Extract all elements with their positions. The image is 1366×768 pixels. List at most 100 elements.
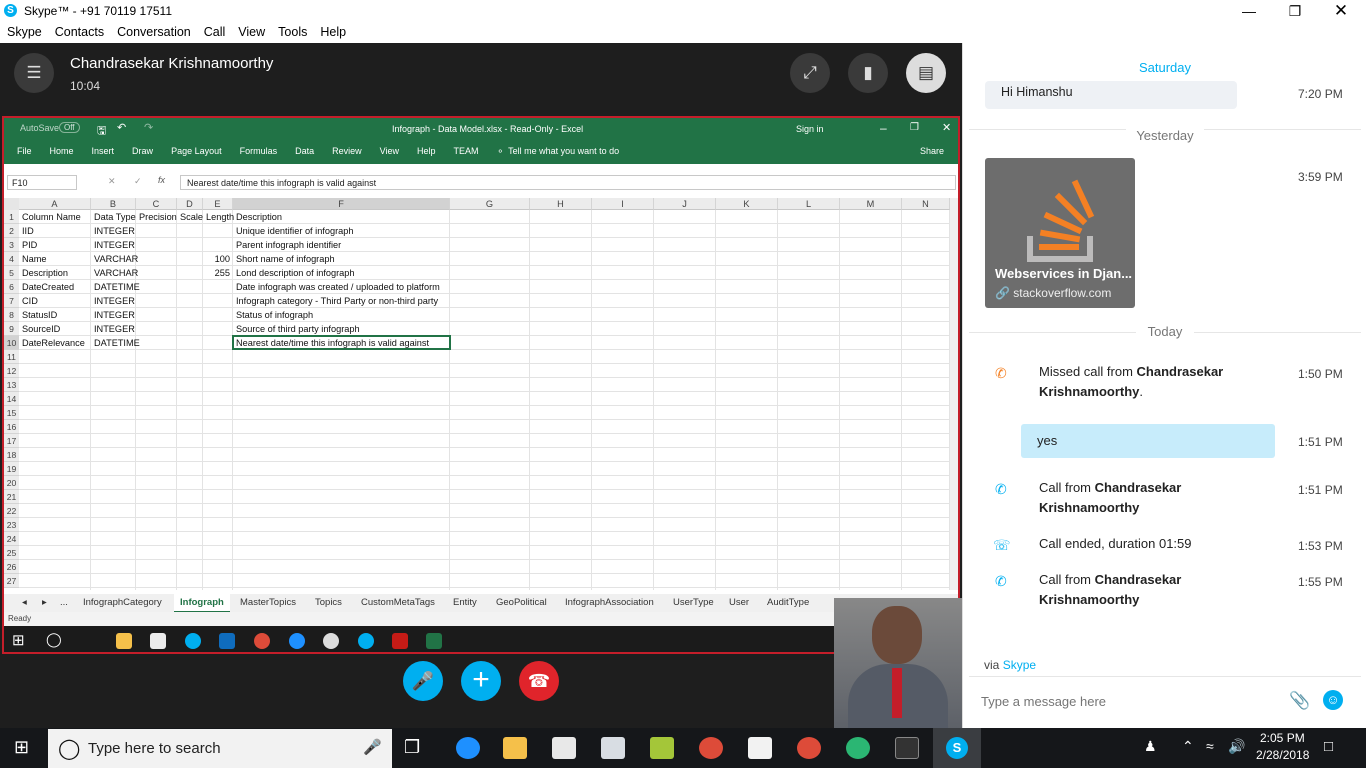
share-button[interactable]: Share (920, 146, 944, 156)
cell[interactable]: DateCreated (22, 280, 74, 294)
ribbon-tab-file[interactable]: File (17, 146, 32, 156)
sheet-tab-infographcategory[interactable]: InfographCategory (83, 597, 162, 608)
cell[interactable]: DATETIME (94, 336, 140, 350)
cell[interactable]: Source of third party infograph (236, 322, 360, 336)
cell[interactable]: IID (22, 224, 34, 238)
cell[interactable]: 255 (206, 266, 230, 280)
sent-message-bubble[interactable]: yes (1021, 424, 1275, 458)
cell[interactable]: Lond description of infograph (236, 266, 355, 280)
row-header[interactable]: 16 (4, 420, 19, 434)
row-header[interactable]: 1 (4, 210, 19, 224)
sheet-tab-topics[interactable]: Topics (315, 597, 342, 608)
maximize-button[interactable]: ❐ (1272, 0, 1318, 22)
menu-call[interactable]: Call (197, 22, 232, 39)
cell[interactable]: 100 (206, 252, 230, 266)
sheet-more-button[interactable]: ... (60, 597, 68, 608)
app-taskbar-icon[interactable] (846, 737, 870, 759)
menu-view[interactable]: View (231, 22, 271, 39)
row-header[interactable]: 11 (4, 350, 19, 364)
sheet-prev-icon[interactable]: ◂ (22, 597, 27, 608)
cell[interactable]: Date infograph was created / uploaded to… (236, 280, 440, 294)
vertical-scrollbar[interactable] (950, 198, 958, 590)
menu-conversation[interactable]: Conversation (110, 22, 197, 39)
ribbon-tab-insert[interactable]: Insert (92, 146, 115, 156)
cell[interactable]: Infograph category - Third Party or non-… (236, 294, 438, 308)
row-header[interactable]: 17 (4, 434, 19, 448)
row-header[interactable]: 23 (4, 518, 19, 532)
signal-quality-icon[interactable]: ▮ (848, 53, 888, 93)
excel-close-icon[interactable]: ✕ (942, 121, 951, 134)
ribbon-tab-help[interactable]: Help (417, 146, 436, 156)
column-header-n[interactable]: N (902, 198, 950, 210)
people-icon[interactable]: ♟ (1144, 738, 1157, 755)
sheet-tab-entity[interactable]: Entity (453, 597, 477, 608)
sheet-tab-mastertopics[interactable]: MasterTopics (240, 597, 296, 608)
chevron-up-icon[interactable]: ⌃ (1182, 738, 1194, 755)
close-button[interactable]: ✕ (1318, 0, 1364, 22)
column-header-j[interactable]: J (654, 198, 716, 210)
menu-list-icon[interactable]: ☰ (14, 53, 54, 93)
column-header-h[interactable]: H (530, 198, 592, 210)
menu-skype[interactable]: Skype (0, 22, 48, 39)
menu-help[interactable]: Help (313, 22, 352, 39)
ribbon-tab-page-layout[interactable]: Page Layout (171, 146, 222, 156)
column-header-a[interactable]: A (19, 198, 91, 210)
autosave-toggle[interactable]: Off (59, 122, 80, 133)
row-header[interactable]: 15 (4, 406, 19, 420)
save-icon[interactable]: 🖫 (97, 122, 106, 141)
row-header[interactable]: 21 (4, 490, 19, 504)
mail-taskbar-icon[interactable] (748, 737, 772, 759)
cell[interactable]: Unique identifier of infograph (236, 224, 353, 238)
volume-icon[interactable]: 🔊 (1228, 738, 1245, 755)
column-header-g[interactable]: G (450, 198, 530, 210)
skype-taskbar-active[interactable]: S (933, 728, 981, 768)
via-skype-link[interactable]: Skype (1003, 658, 1036, 672)
chrome-taskbar-icon-2[interactable] (797, 737, 821, 759)
cell[interactable]: CID (22, 294, 38, 308)
cell[interactable]: Scale (180, 210, 203, 224)
cancel-entry-icon[interactable]: ✕ (108, 176, 116, 187)
autosave-label[interactable]: AutoSave (20, 123, 59, 133)
terminal-taskbar-icon[interactable] (895, 737, 919, 759)
confirm-entry-icon[interactable]: ✓ (134, 176, 142, 187)
selected-cell-f10[interactable] (232, 335, 451, 350)
sheet-tab-geopolitical[interactable]: GeoPolitical (496, 597, 547, 608)
cell[interactable]: Status of infograph (236, 308, 313, 322)
menu-contacts[interactable]: Contacts (48, 22, 110, 39)
row-header[interactable]: 3 (4, 238, 19, 252)
minimize-button[interactable]: — (1226, 0, 1272, 22)
excel-restore-icon[interactable]: ❐ (910, 122, 919, 133)
row-header[interactable]: 6 (4, 280, 19, 294)
excel-signin[interactable]: Sign in (796, 124, 824, 134)
select-all-corner[interactable] (4, 198, 19, 210)
sheet-tab-custommetatags[interactable]: CustomMetaTags (361, 597, 435, 608)
clock-time[interactable]: 2:05 PM (1260, 731, 1305, 745)
ribbon-tab-view[interactable]: View (380, 146, 399, 156)
column-header-l[interactable]: L (778, 198, 840, 210)
sheet-tab-infograph[interactable]: Infograph (174, 594, 230, 613)
row-header[interactable]: 25 (4, 546, 19, 560)
sheet-tab-audittype[interactable]: AuditType (767, 597, 809, 608)
sheet-tab-infographassociation[interactable]: InfographAssociation (565, 597, 654, 608)
cell[interactable]: DATETIME (94, 280, 140, 294)
cell[interactable]: SourceID (22, 322, 60, 336)
cell[interactable]: Precision (139, 210, 177, 224)
microphone-icon[interactable]: 🎤 (363, 738, 382, 756)
microphone-button[interactable]: 🎤 (403, 661, 443, 701)
cell[interactable]: INTEGER (94, 308, 135, 322)
cell[interactable]: StatusID (22, 308, 57, 322)
cell[interactable]: Description (236, 210, 282, 224)
end-call-button[interactable]: ☎ (519, 661, 559, 701)
row-header[interactable]: 2 (4, 224, 19, 238)
cell[interactable]: Length (206, 210, 234, 224)
undo-icon[interactable]: ↶ (117, 121, 126, 134)
formula-input[interactable]: Nearest date/time this infograph is vali… (180, 175, 956, 190)
cell[interactable]: INTEGER (94, 294, 135, 308)
emoticon-icon[interactable]: ☺ (1323, 690, 1343, 710)
row-header[interactable]: 9 (4, 322, 19, 336)
file-explorer-taskbar-icon[interactable] (503, 737, 527, 759)
row-header[interactable]: 18 (4, 448, 19, 462)
chat-toggle-icon[interactable]: ▤ (906, 53, 946, 93)
row-header[interactable]: 8 (4, 308, 19, 322)
row-header[interactable]: 22 (4, 504, 19, 518)
